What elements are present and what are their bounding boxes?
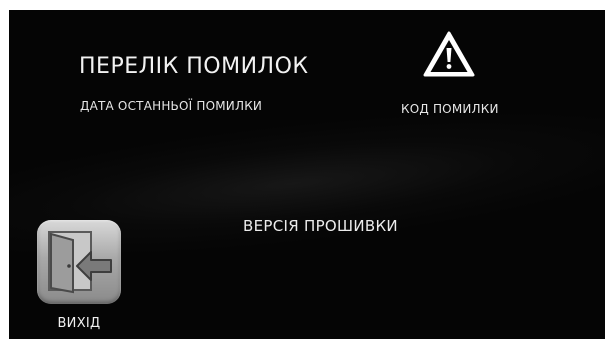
exit-button[interactable]: ВИХІД	[35, 218, 123, 338]
error-code-label: КОД ПОМИЛКИ	[401, 102, 499, 116]
exit-door-icon[interactable]	[37, 220, 121, 304]
last-error-date-label: ДАТА ОСТАННЬОЇ ПОМИЛКИ	[80, 99, 263, 113]
error-list-screen: ПЕРЕЛІК ПОМИЛОК ДАТА ОСТАННЬОЇ ПОМИЛКИ К…	[9, 10, 605, 339]
warning-triangle-icon	[423, 30, 475, 78]
page-title: ПЕРЕЛІК ПОМИЛОК	[79, 54, 309, 79]
exit-button-label[interactable]: ВИХІД	[35, 316, 123, 331]
firmware-version-label: ВЕРСІЯ ПРОШИВКИ	[243, 217, 398, 235]
